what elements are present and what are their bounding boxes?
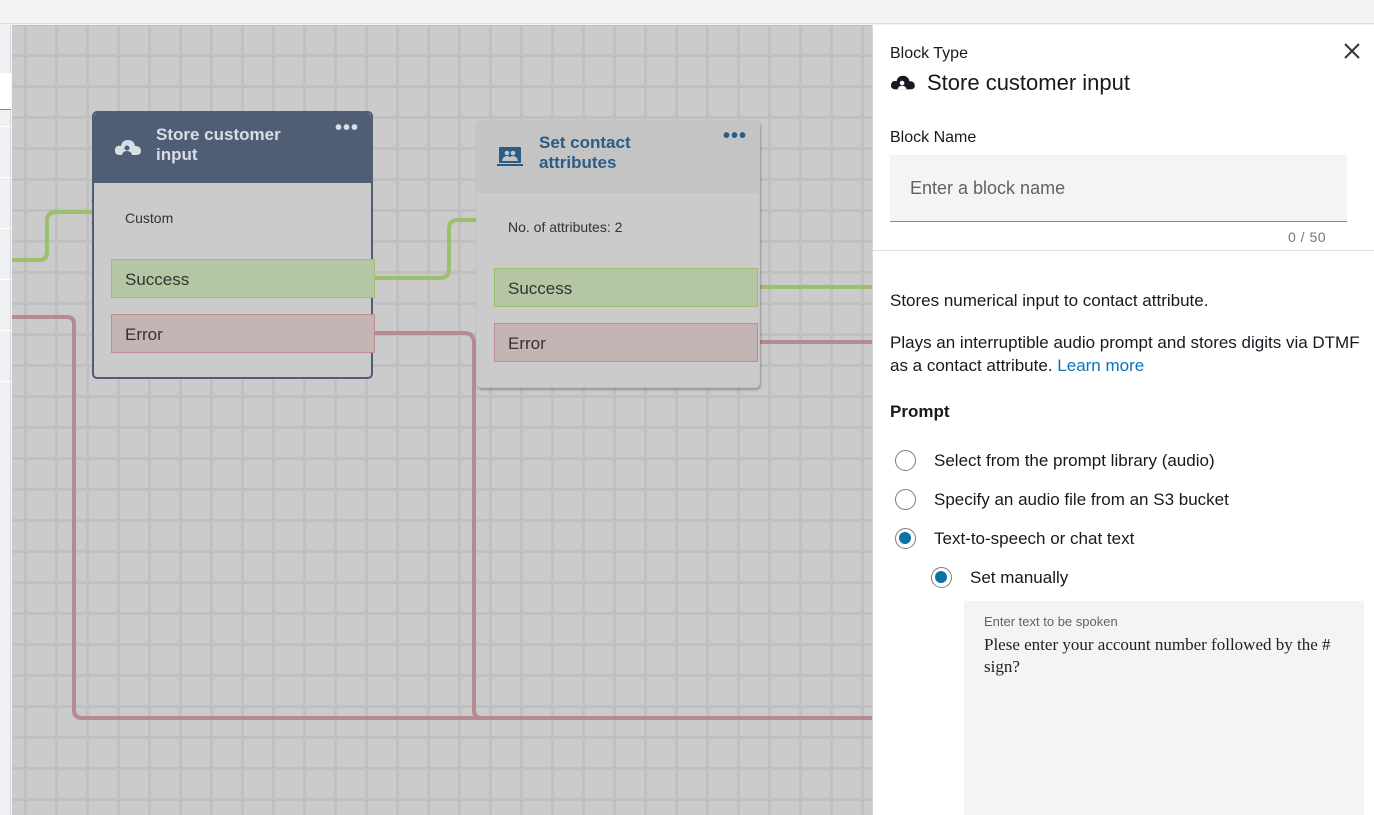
block-type-title: Store customer input: [927, 70, 1130, 95]
block-type-row: Store customer input: [890, 70, 1130, 96]
radio-label: Specify an audio file from an S3 bucket: [934, 489, 1229, 509]
branch-success[interactable]: Success: [111, 259, 375, 298]
learn-more-link[interactable]: Learn more: [1057, 356, 1144, 375]
connector-incoming-success[interactable]: [12, 210, 102, 262]
cloud-user-icon: [114, 140, 141, 155]
top-bar: [0, 0, 1374, 24]
radio-text-to-speech[interactable]: Text-to-speech or chat text: [895, 528, 1134, 549]
close-icon[interactable]: [1340, 39, 1364, 63]
tts-text-field[interactable]: Enter text to be spoken Plese enter your…: [964, 601, 1364, 815]
sidebar-divider: [0, 228, 11, 229]
flow-block-set-contact-attributes[interactable]: Set contact attributes ••• No. of attrib…: [476, 120, 760, 388]
radio-label: Select from the prompt library (audio): [934, 450, 1215, 470]
connector-b1-success[interactable]: [362, 218, 486, 280]
tts-textarea[interactable]: Plese enter your account number followed…: [984, 634, 1344, 804]
block-name-label: Block Name: [890, 129, 977, 146]
sidebar-divider: [0, 126, 11, 127]
sidebar-divider: [0, 177, 11, 178]
block-type-label: Block Type: [890, 45, 968, 62]
radio-label: Text-to-speech or chat text: [934, 528, 1135, 548]
branch-error[interactable]: Error: [111, 314, 375, 353]
block-header[interactable]: Set contact attributes •••: [477, 121, 759, 193]
sidebar-divider: [0, 381, 11, 382]
sidebar-divider: [0, 330, 11, 331]
cloud-user-icon: [891, 75, 915, 90]
radio-button[interactable]: [895, 489, 916, 510]
section-divider: [873, 250, 1374, 251]
block-subtitle: No. of attributes: 2: [508, 219, 623, 235]
radio-button[interactable]: [895, 450, 916, 471]
block-title: Set contact attributes: [539, 133, 631, 172]
block-menu-button[interactable]: •••: [723, 125, 747, 148]
radio-prompt-library[interactable]: Select from the prompt library (audio): [895, 450, 1215, 471]
contact-card-icon: [497, 147, 523, 166]
block-title: Store customer input: [156, 125, 281, 164]
radio-set-manually[interactable]: Set manually: [931, 567, 1068, 588]
prompt-heading: Prompt: [890, 402, 950, 421]
block-properties-panel: Block Type Store customer input Block Na…: [872, 25, 1374, 815]
tts-field-label: Enter text to be spoken: [984, 614, 1118, 629]
block-name-char-counter: 0 / 50: [1288, 229, 1327, 245]
block-description-short: Stores numerical input to contact attrib…: [890, 291, 1209, 310]
sidebar-divider: [0, 279, 11, 280]
block-menu-button[interactable]: •••: [335, 117, 359, 140]
block-subtitle: Custom: [125, 210, 174, 226]
flow-canvas[interactable]: Store customer input ••• Custom Success …: [12, 25, 872, 815]
block-name-input[interactable]: [890, 155, 1347, 222]
radio-button-selected[interactable]: [931, 567, 952, 588]
branch-error[interactable]: Error: [494, 323, 758, 362]
flow-block-store-customer-input[interactable]: Store customer input ••• Custom Success …: [92, 111, 375, 379]
radio-label: Set manually: [970, 567, 1069, 587]
block-header[interactable]: Store customer input •••: [94, 113, 371, 183]
sidebar-input-fragment[interactable]: [0, 73, 11, 110]
branch-success[interactable]: Success: [494, 268, 758, 307]
radio-button-selected[interactable]: [895, 528, 916, 549]
left-sidebar-strip: [0, 25, 11, 815]
connector-b1-error[interactable]: [362, 331, 483, 720]
block-description-long: Plays an interruptible audio prompt and …: [890, 331, 1360, 377]
radio-s3-bucket[interactable]: Specify an audio file from an S3 bucket: [895, 489, 1229, 510]
